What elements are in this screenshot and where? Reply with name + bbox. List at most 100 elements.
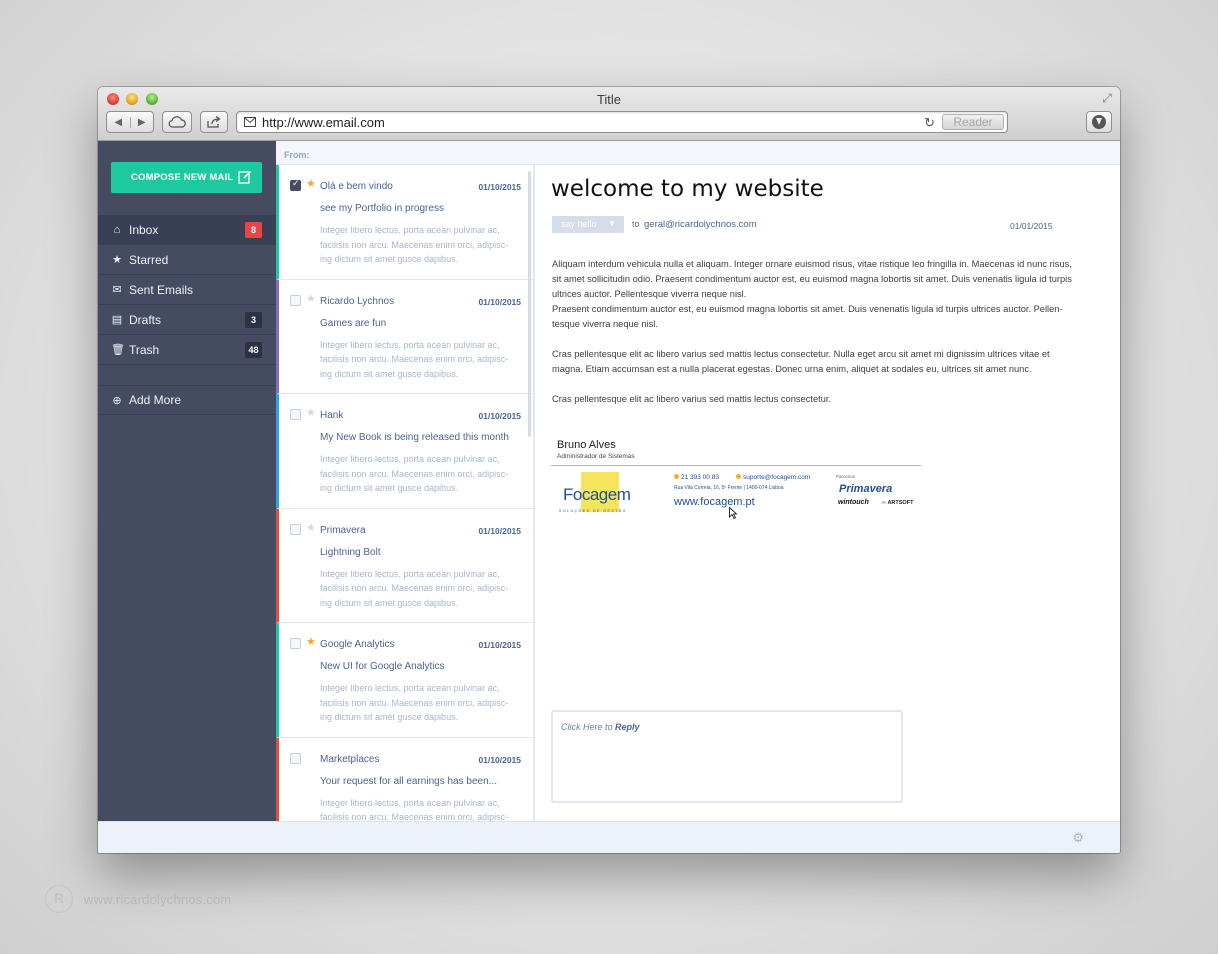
plus-circle-icon: ⊕ <box>112 395 122 407</box>
sidebar-item-drafts[interactable]: ▤ Drafts 3 <box>98 305 276 335</box>
mail-list: ★ Olá e bem vindo 01/10/2015 see my Port… <box>276 165 534 821</box>
mail-sender: Hank <box>320 410 344 421</box>
signature-address: Rua Vila Correia, 16, 5º Frente | 1400-0… <box>674 485 784 491</box>
mail-subject: see my Portfolio in progress <box>320 203 444 214</box>
mail-list-item[interactable]: ★ Google Analytics 01/10/2015 New UI for… <box>276 623 533 738</box>
mail-site-icon <box>244 117 256 127</box>
mouse-cursor-icon <box>729 507 737 519</box>
sidebar-item-add-more[interactable]: ⊕ Add More <box>98 385 276 415</box>
mail-sender: Ricardo Lychnos <box>320 295 395 307</box>
reply-placeholder: Click Here to Reply <box>561 722 640 732</box>
download-button[interactable] <box>1086 111 1112 133</box>
trash-count-badge: 48 <box>245 342 262 358</box>
reply-textarea[interactable]: Click Here to Reply <box>551 710 903 803</box>
gear-icon[interactable]: ⚙ <box>1072 830 1084 846</box>
sidebar-item-label: Drafts <box>129 312 162 327</box>
signature-role: Administrador de Sistemas <box>557 453 635 460</box>
mail-list-item[interactable]: ★ Primavera 01/10/2015 Lightning Bolt In… <box>276 508 533 623</box>
star-icon[interactable]: ★ <box>306 177 316 190</box>
mail-subject: New UI for Google Analytics <box>320 661 445 672</box>
sidebar-nav: ⌂ Inbox 8 ★ Starred ✉ Sent Emails ▤ Draf… <box>98 215 276 415</box>
message-date: 01/01/2015 <box>1010 221 1053 231</box>
reading-pane: welcome to my website say hello ▼ to ger… <box>534 165 1120 821</box>
sidebar-item-starred[interactable]: ★ Starred <box>98 245 276 275</box>
star-icon: ★ <box>112 254 122 266</box>
star-icon[interactable]: ★ <box>306 292 316 305</box>
window-title: Title <box>596 92 622 107</box>
partners-label: Parceiros <box>836 474 856 479</box>
company-tagline: SOLUÇÕES DE GESTÃO <box>559 509 627 513</box>
phone-icon <box>674 474 679 479</box>
chevron-down-icon: ▼ <box>608 219 616 228</box>
bottom-bar: ⚙ <box>98 821 1120 853</box>
message-body: Aliquam interdum vehicula nulla et aliqu… <box>552 257 1074 422</box>
say-hello-dropdown[interactable]: say hello ▼ <box>552 216 624 233</box>
mail-list-item[interactable]: ★ Olá e bem vindo 01/10/2015 see my Port… <box>276 165 533 280</box>
mail-list-item[interactable]: Marketplaces 01/10/2015 Your request for… <box>276 737 533 821</box>
watermark-text: www.ricardolychnos.com <box>84 892 232 907</box>
mail-list-item[interactable]: ★ Ricardo Lychnos 01/10/2015 Games are f… <box>276 279 533 394</box>
star-icon[interactable]: ★ <box>306 521 316 534</box>
back-arrow-icon[interactable]: ◀ <box>107 117 130 128</box>
message-title: welcome to my website <box>551 176 824 202</box>
mail-preview: Integer libero lectus, porta acean pulvi… <box>320 339 509 379</box>
address-bar[interactable]: http://www.email.com ↻ Reader <box>236 111 1008 133</box>
signature-email[interactable]: suporte@focagem.com <box>736 474 810 481</box>
url-text[interactable]: http://www.email.com <box>262 115 385 130</box>
compose-label: COMPOSE NEW MAIL <box>131 172 234 183</box>
partner-logo-primavera: Primavera <box>839 483 893 495</box>
history-nav-group: ◀ ▶ <box>106 111 154 133</box>
drafts-count-badge: 3 <box>245 312 262 328</box>
mail-sender: Marketplaces <box>320 753 380 765</box>
partner-logo-artsoft: ∞ ARTSOFT <box>882 500 913 506</box>
mail-date: 01/10/2015 <box>478 525 521 536</box>
select-checkbox[interactable] <box>290 294 301 306</box>
mail-date: 01/10/2015 <box>478 182 521 192</box>
sidebar: COMPOSE NEW MAIL ⌂ Inbox 8 ★ Starred ✉ S… <box>98 141 276 821</box>
select-checkbox[interactable] <box>290 178 301 191</box>
signature-website-link[interactable]: www.focagem.pt <box>674 496 755 508</box>
download-icon <box>1092 115 1106 129</box>
mail-subject: My New Book is being released this month <box>320 432 509 443</box>
compose-new-mail-button[interactable]: COMPOSE NEW MAIL <box>111 162 262 193</box>
fullscreen-icon[interactable]: ⤢ <box>1100 91 1114 105</box>
mail-list-scrollbar[interactable] <box>528 171 531 437</box>
mail-subject: Games are fun <box>320 317 387 329</box>
forward-arrow-icon[interactable]: ▶ <box>129 116 154 128</box>
reload-icon[interactable]: ↻ <box>924 115 935 131</box>
star-icon[interactable]: ★ <box>306 635 316 648</box>
sidebar-item-trash[interactable]: 🗑 Trash 48 <box>98 335 276 365</box>
email-icon <box>736 474 741 479</box>
share-icon <box>207 116 221 128</box>
select-checkbox[interactable] <box>290 523 301 535</box>
sidebar-item-label: Inbox <box>129 222 159 237</box>
cloud-button[interactable] <box>162 111 192 133</box>
sidebar-item-label: Starred <box>129 252 169 267</box>
select-checkbox[interactable] <box>290 638 301 649</box>
mail-preview: Integer libero lectus, porta acean pulvi… <box>320 225 509 264</box>
body-paragraph: Praesent condimentum auctor est, eu euis… <box>552 304 1063 329</box>
to-label: to <box>632 219 640 229</box>
artsoft-text: ARTSOFT <box>887 500 914 506</box>
share-button[interactable] <box>200 111 228 133</box>
star-icon[interactable]: ★ <box>306 406 316 419</box>
reply-action: Reply <box>615 722 640 732</box>
mail-list-item[interactable]: ★ Hank 01/10/2015 My New Book is being r… <box>276 394 533 509</box>
signature-divider <box>551 465 921 466</box>
sidebar-item-sent-emails[interactable]: ✉ Sent Emails <box>98 275 276 305</box>
mail-subject: Your request for all earnings has been..… <box>320 775 497 787</box>
mail-date: 01/10/2015 <box>478 411 521 421</box>
recipient-address[interactable]: geral@ricardolychnos.com <box>644 219 757 230</box>
reader-button[interactable]: Reader <box>942 114 1004 130</box>
say-hello-label: say hello <box>561 219 597 229</box>
sidebar-item-label: Sent Emails <box>129 282 194 297</box>
mail-date: 01/10/2015 <box>478 754 521 765</box>
select-checkbox[interactable] <box>290 752 301 764</box>
drafts-icon: ▤ <box>111 314 123 326</box>
select-checkbox[interactable] <box>290 409 301 420</box>
sidebar-item-inbox[interactable]: ⌂ Inbox 8 <box>98 215 276 245</box>
mail-sender: Olá e bem vindo <box>320 181 393 192</box>
company-logo: Focagem <box>563 485 631 504</box>
signature-phone: 21 393 00 83 <box>674 474 719 481</box>
mail-preview: Integer libero lectus, porta acean pulvi… <box>320 568 509 608</box>
